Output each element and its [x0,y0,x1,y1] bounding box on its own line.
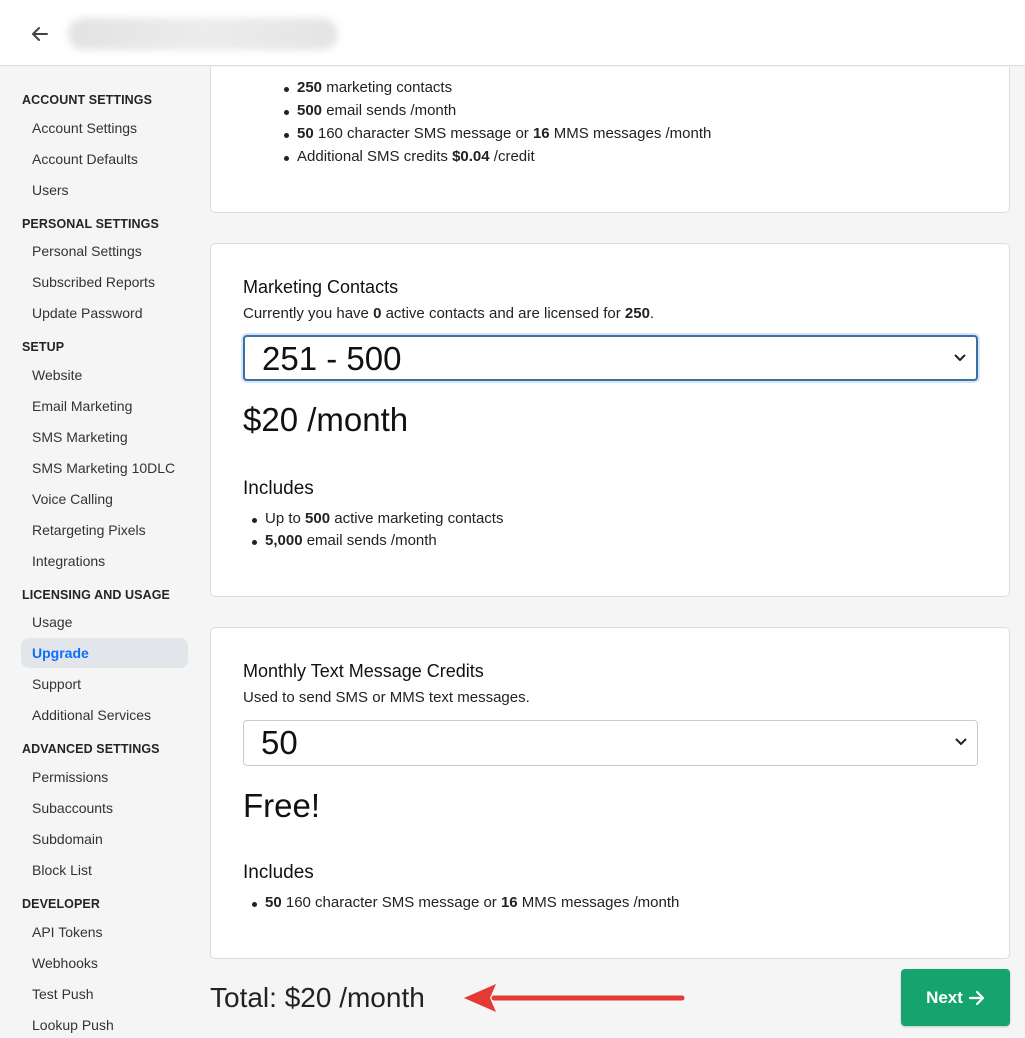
sms-credits-select[interactable]: 50 [243,720,978,766]
sidebar-item-account-defaults[interactable]: Account Defaults [21,144,188,174]
list-item: 250 marketing contacts [257,79,957,102]
sidebar-item-email-marketing[interactable]: Email Marketing [21,391,188,421]
sidebar-item-account-settings[interactable]: Account Settings [21,113,188,143]
sidebar-section-personal-settings: PERSONAL SETTINGS [22,217,159,231]
includes-list: 50 160 character SMS message or 16 MMS m… [225,894,925,916]
sidebar-item-upgrade[interactable]: Upgrade [21,638,188,668]
sidebar-section-licensing-and-usage: LICENSING AND USAGE [22,588,170,602]
sidebar-item-permissions[interactable]: Permissions [21,762,188,792]
current-plan-card: 250 marketing contacts 500 email sends /… [210,67,1010,213]
sidebar-item-sms-marketing-10dlc[interactable]: SMS Marketing 10DLC [21,453,188,483]
price-label: Free! [243,787,321,824]
sidebar-item-subaccounts[interactable]: Subaccounts [21,793,188,823]
list-item: Up to 500 active marketing contacts [225,510,925,532]
sidebar-item-additional-services[interactable]: Additional Services [21,700,188,730]
sidebar-item-retargeting-pixels[interactable]: Retargeting Pixels [21,515,188,545]
top-bar [0,0,1025,66]
card-subtitle: Used to send SMS or MMS text messages. [243,689,530,706]
includes-heading: Includes [243,862,314,883]
sidebar-item-update-password[interactable]: Update Password [21,298,188,328]
sidebar-item-integrations[interactable]: Integrations [21,546,188,576]
contacts-tier-select[interactable]: 251 - 500 [243,335,978,381]
sidebar-section-advanced-settings: ADVANCED SETTINGS [22,742,160,756]
sidebar-item-block-list[interactable]: Block List [21,855,188,885]
sidebar-item-webhooks[interactable]: Webhooks [21,948,188,978]
sidebar-item-voice-calling[interactable]: Voice Calling [21,484,188,514]
sidebar-item-personal-settings[interactable]: Personal Settings [21,236,188,266]
arrow-left-icon [32,27,48,41]
sidebar-item-api-tokens[interactable]: API Tokens [21,917,188,947]
select-value: 50 [261,724,298,761]
chevron-down-icon [955,738,967,746]
sidebar-item-test-push[interactable]: Test Push [21,979,188,1009]
sidebar-item-users[interactable]: Users [21,175,188,205]
sidebar-item-lookup-push[interactable]: Lookup Push [21,1010,188,1038]
list-item: 500 email sends /month [257,102,957,125]
next-button[interactable]: Next [901,969,1010,1026]
sidebar: ACCOUNT SETTINGS Account Settings Accoun… [0,67,196,1038]
sidebar-section-developer: DEVELOPER [22,897,100,911]
list-item: 50 160 character SMS message or 16 MMS m… [257,125,957,148]
blurred-page-title [68,18,338,50]
total-price: Total: $20 /month [210,982,425,1013]
sidebar-item-sms-marketing[interactable]: SMS Marketing [21,422,188,452]
list-item: 5,000 email sends /month [225,532,925,554]
card-title: Monthly Text Message Credits [243,661,484,681]
sidebar-item-website[interactable]: Website [21,360,188,390]
list-item: Additional SMS credits $0.04 /credit [257,148,957,171]
includes-list: Up to 500 active marketing contacts 5,00… [225,510,925,554]
sidebar-item-subscribed-reports[interactable]: Subscribed Reports [21,267,188,297]
price-label: $20 /month [243,401,409,438]
next-button-label: Next [926,987,963,1007]
sidebar-item-subdomain[interactable]: Subdomain [21,824,188,854]
select-value: 251 - 500 [262,340,402,377]
current-plan-list: 250 marketing contacts 500 email sends /… [257,79,957,171]
card-subtitle: Currently you have 0 active contacts and… [243,305,655,322]
sidebar-item-support[interactable]: Support [21,669,188,699]
sidebar-section-setup: SETUP [22,340,65,354]
includes-heading: Includes [243,478,314,499]
main-content: 250 marketing contacts 500 email sends /… [196,67,1025,1038]
sidebar-section-account-settings: ACCOUNT SETTINGS [22,93,153,107]
sms-credits-card: Monthly Text Message Credits Used to sen… [210,627,1010,959]
list-item: 50 160 character SMS message or 16 MMS m… [225,894,925,916]
back-button[interactable] [26,20,54,48]
card-title: Marketing Contacts [243,277,399,297]
chevron-down-icon [954,354,966,362]
marketing-contacts-card: Marketing Contacts Currently you have 0 … [210,243,1010,597]
arrow-right-icon [968,990,985,1005]
sidebar-item-usage[interactable]: Usage [21,607,188,637]
red-arrow-annotation [464,984,685,1012]
